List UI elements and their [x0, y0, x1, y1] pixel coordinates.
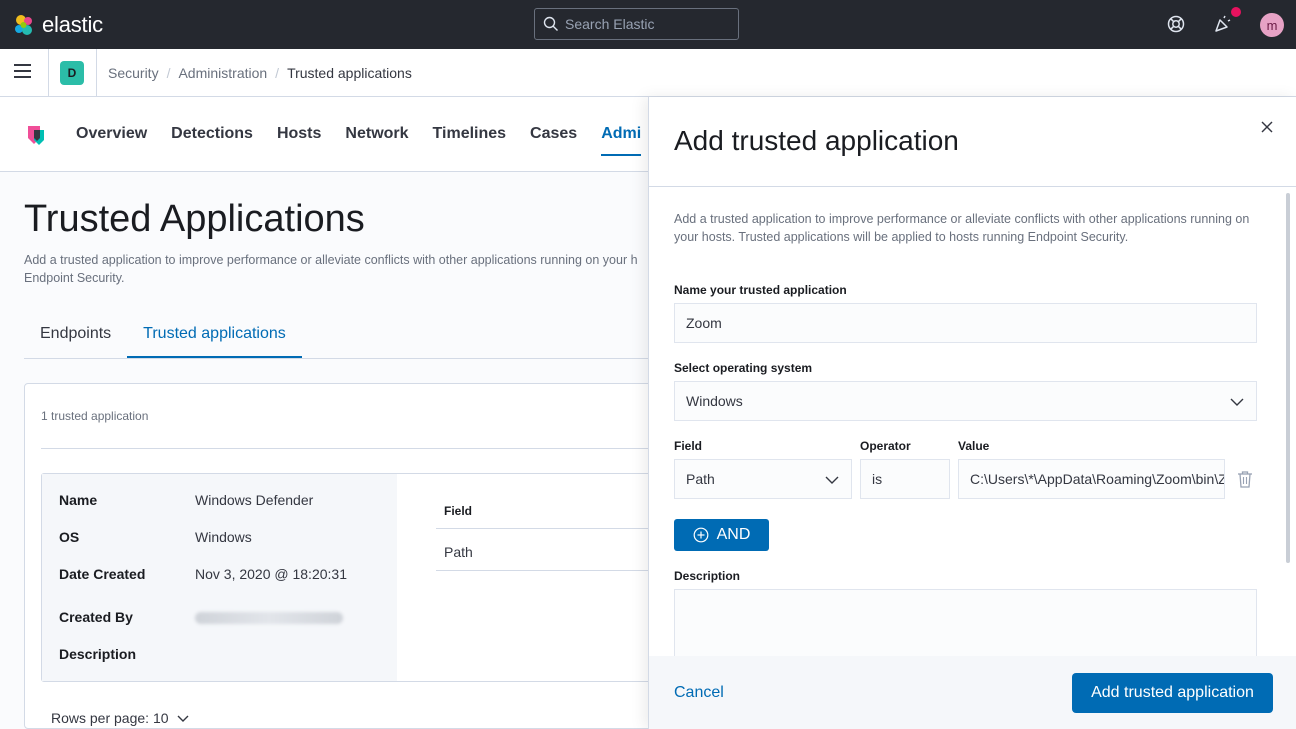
- chevron-down-icon: [1230, 398, 1244, 406]
- os-select-value: Windows: [686, 393, 743, 409]
- rows-per-page[interactable]: Rows per page: 10: [51, 710, 189, 726]
- card-row-description: Description: [59, 646, 195, 662]
- os-label: OS: [59, 529, 80, 545]
- trusted-app-count: 1 trusted application: [41, 409, 149, 423]
- add-trusted-application-button[interactable]: Add trusted application: [1072, 673, 1273, 713]
- newsfeed-icon[interactable]: [1213, 14, 1233, 34]
- scrollbar[interactable]: [1286, 193, 1290, 563]
- card-row-name: Name Windows Defender: [59, 492, 313, 508]
- rows-per-page-label: Rows per page: 10: [51, 710, 169, 726]
- page-description-line1: Add a trusted application to improve per…: [24, 253, 638, 267]
- flyout-footer: Cancel Add trusted application: [649, 656, 1296, 729]
- notification-badge: [1231, 7, 1241, 17]
- description-textarea[interactable]: [674, 589, 1257, 659]
- created-by-redacted: [195, 612, 343, 625]
- add-trusted-app-flyout: Add trusted application Add a trusted ap…: [648, 97, 1296, 729]
- page-title: Trusted Applications: [24, 198, 365, 240]
- search-placeholder: Search Elastic: [565, 16, 655, 32]
- operator-input[interactable]: is: [860, 459, 950, 499]
- top-header: elastic Search Elastic m: [0, 0, 1296, 49]
- page-description-line2: Endpoint Security.: [24, 271, 125, 285]
- nav-tabs: Overview Detections Hosts Network Timeli…: [76, 125, 642, 156]
- cancel-button[interactable]: Cancel: [674, 684, 724, 702]
- search-icon: [543, 16, 558, 31]
- tab-trusted-applications[interactable]: Trusted applications: [127, 312, 302, 358]
- elastic-logo[interactable]: elastic: [12, 12, 103, 38]
- user-avatar[interactable]: m: [1260, 13, 1284, 37]
- created-by-label: Created By: [59, 609, 133, 625]
- name-field-label: Name your trusted application: [674, 283, 847, 297]
- elastic-logo-icon: [15, 15, 32, 35]
- page-description: Add a trusted application to improve per…: [24, 251, 664, 287]
- value-input-value: C:\Users\*\AppData\Roaming\Zoom\bin\Zoom…: [970, 471, 1224, 487]
- flyout-title: Add trusted application: [674, 125, 959, 156]
- field-label: Field: [674, 439, 703, 453]
- name-input-value: Zoom: [686, 315, 722, 331]
- and-button-label: AND: [716, 526, 751, 543]
- os-value: Windows: [195, 529, 252, 545]
- divider: [649, 186, 1296, 187]
- entries-cell: Path: [436, 534, 662, 571]
- divider: [41, 448, 661, 449]
- trusted-app-card: Name Windows Defender OS Windows Date Crea…: [41, 473, 662, 682]
- trusted-apps-panel: 1 trusted application Name Windows Defend…: [24, 383, 664, 729]
- description-label: Description: [59, 646, 137, 662]
- space-avatar[interactable]: D: [60, 61, 84, 85]
- value-input[interactable]: C:\Users\*\AppData\Roaming\Zoom\bin\Zoom…: [958, 459, 1225, 499]
- field-select-value: Path: [686, 471, 715, 487]
- brand-name: elastic: [42, 12, 103, 37]
- card-row-created-by: Created By: [59, 609, 343, 625]
- field-select[interactable]: Path: [674, 459, 852, 499]
- chevron-down-icon: [177, 715, 189, 722]
- card-row-date: Date Created Nov 3, 2020 @ 18:20:31: [59, 566, 347, 582]
- tab-timelines[interactable]: Timelines: [433, 125, 507, 156]
- close-icon[interactable]: [1260, 120, 1274, 134]
- name-value: Windows Defender: [195, 492, 314, 508]
- breadcrumb-bar: D Security / Administration / Trusted ap…: [0, 49, 1296, 97]
- tab-administration[interactable]: Admi: [601, 125, 642, 156]
- security-app-icon: [28, 126, 44, 145]
- card-row-os: OS Windows: [59, 529, 252, 545]
- chevron-down-icon: [825, 476, 839, 484]
- tab-cases[interactable]: Cases: [530, 125, 577, 156]
- trash-icon[interactable]: [1237, 470, 1253, 488]
- divider: [48, 49, 49, 97]
- tab-overview[interactable]: Overview: [76, 125, 147, 156]
- tab-network[interactable]: Network: [345, 125, 408, 156]
- date-created-value: Nov 3, 2020 @ 18:20:31: [195, 566, 347, 582]
- flyout-description: Add a trusted application to improve per…: [674, 212, 1250, 244]
- search-input[interactable]: Search Elastic: [534, 8, 739, 40]
- name-input[interactable]: Zoom: [674, 303, 1257, 343]
- breadcrumb-trusted-applications: Trusted applications: [287, 65, 412, 81]
- breadcrumb-administration[interactable]: Administration: [178, 65, 267, 81]
- operator-label: Operator: [860, 439, 911, 453]
- breadcrumb-separator: /: [166, 65, 171, 81]
- date-created-label: Date Created: [59, 566, 146, 582]
- value-label: Value: [958, 439, 990, 453]
- plus-circle-icon: [693, 527, 709, 543]
- breadcrumb: Security / Administration / Trusted appl…: [108, 65, 412, 81]
- tab-hosts[interactable]: Hosts: [277, 125, 321, 156]
- help-icon[interactable]: [1166, 14, 1186, 34]
- menu-icon[interactable]: [14, 64, 34, 82]
- operator-value: is: [872, 471, 883, 487]
- entries-column-header: Field: [436, 504, 662, 529]
- description-field-label: Description: [674, 569, 741, 583]
- card-details: Name Windows Defender OS Windows Date Crea…: [42, 474, 397, 681]
- breadcrumb-separator: /: [275, 65, 280, 81]
- and-button[interactable]: AND: [674, 519, 769, 551]
- tab-endpoints[interactable]: Endpoints: [24, 312, 127, 358]
- os-select[interactable]: Windows: [674, 381, 1257, 421]
- breadcrumb-security[interactable]: Security: [108, 65, 159, 81]
- os-field-label: Select operating system: [674, 361, 813, 375]
- divider: [96, 49, 97, 97]
- page-tabs: Endpoints Trusted applications: [24, 312, 654, 359]
- name-label: Name: [59, 492, 98, 508]
- tab-detections[interactable]: Detections: [171, 125, 253, 156]
